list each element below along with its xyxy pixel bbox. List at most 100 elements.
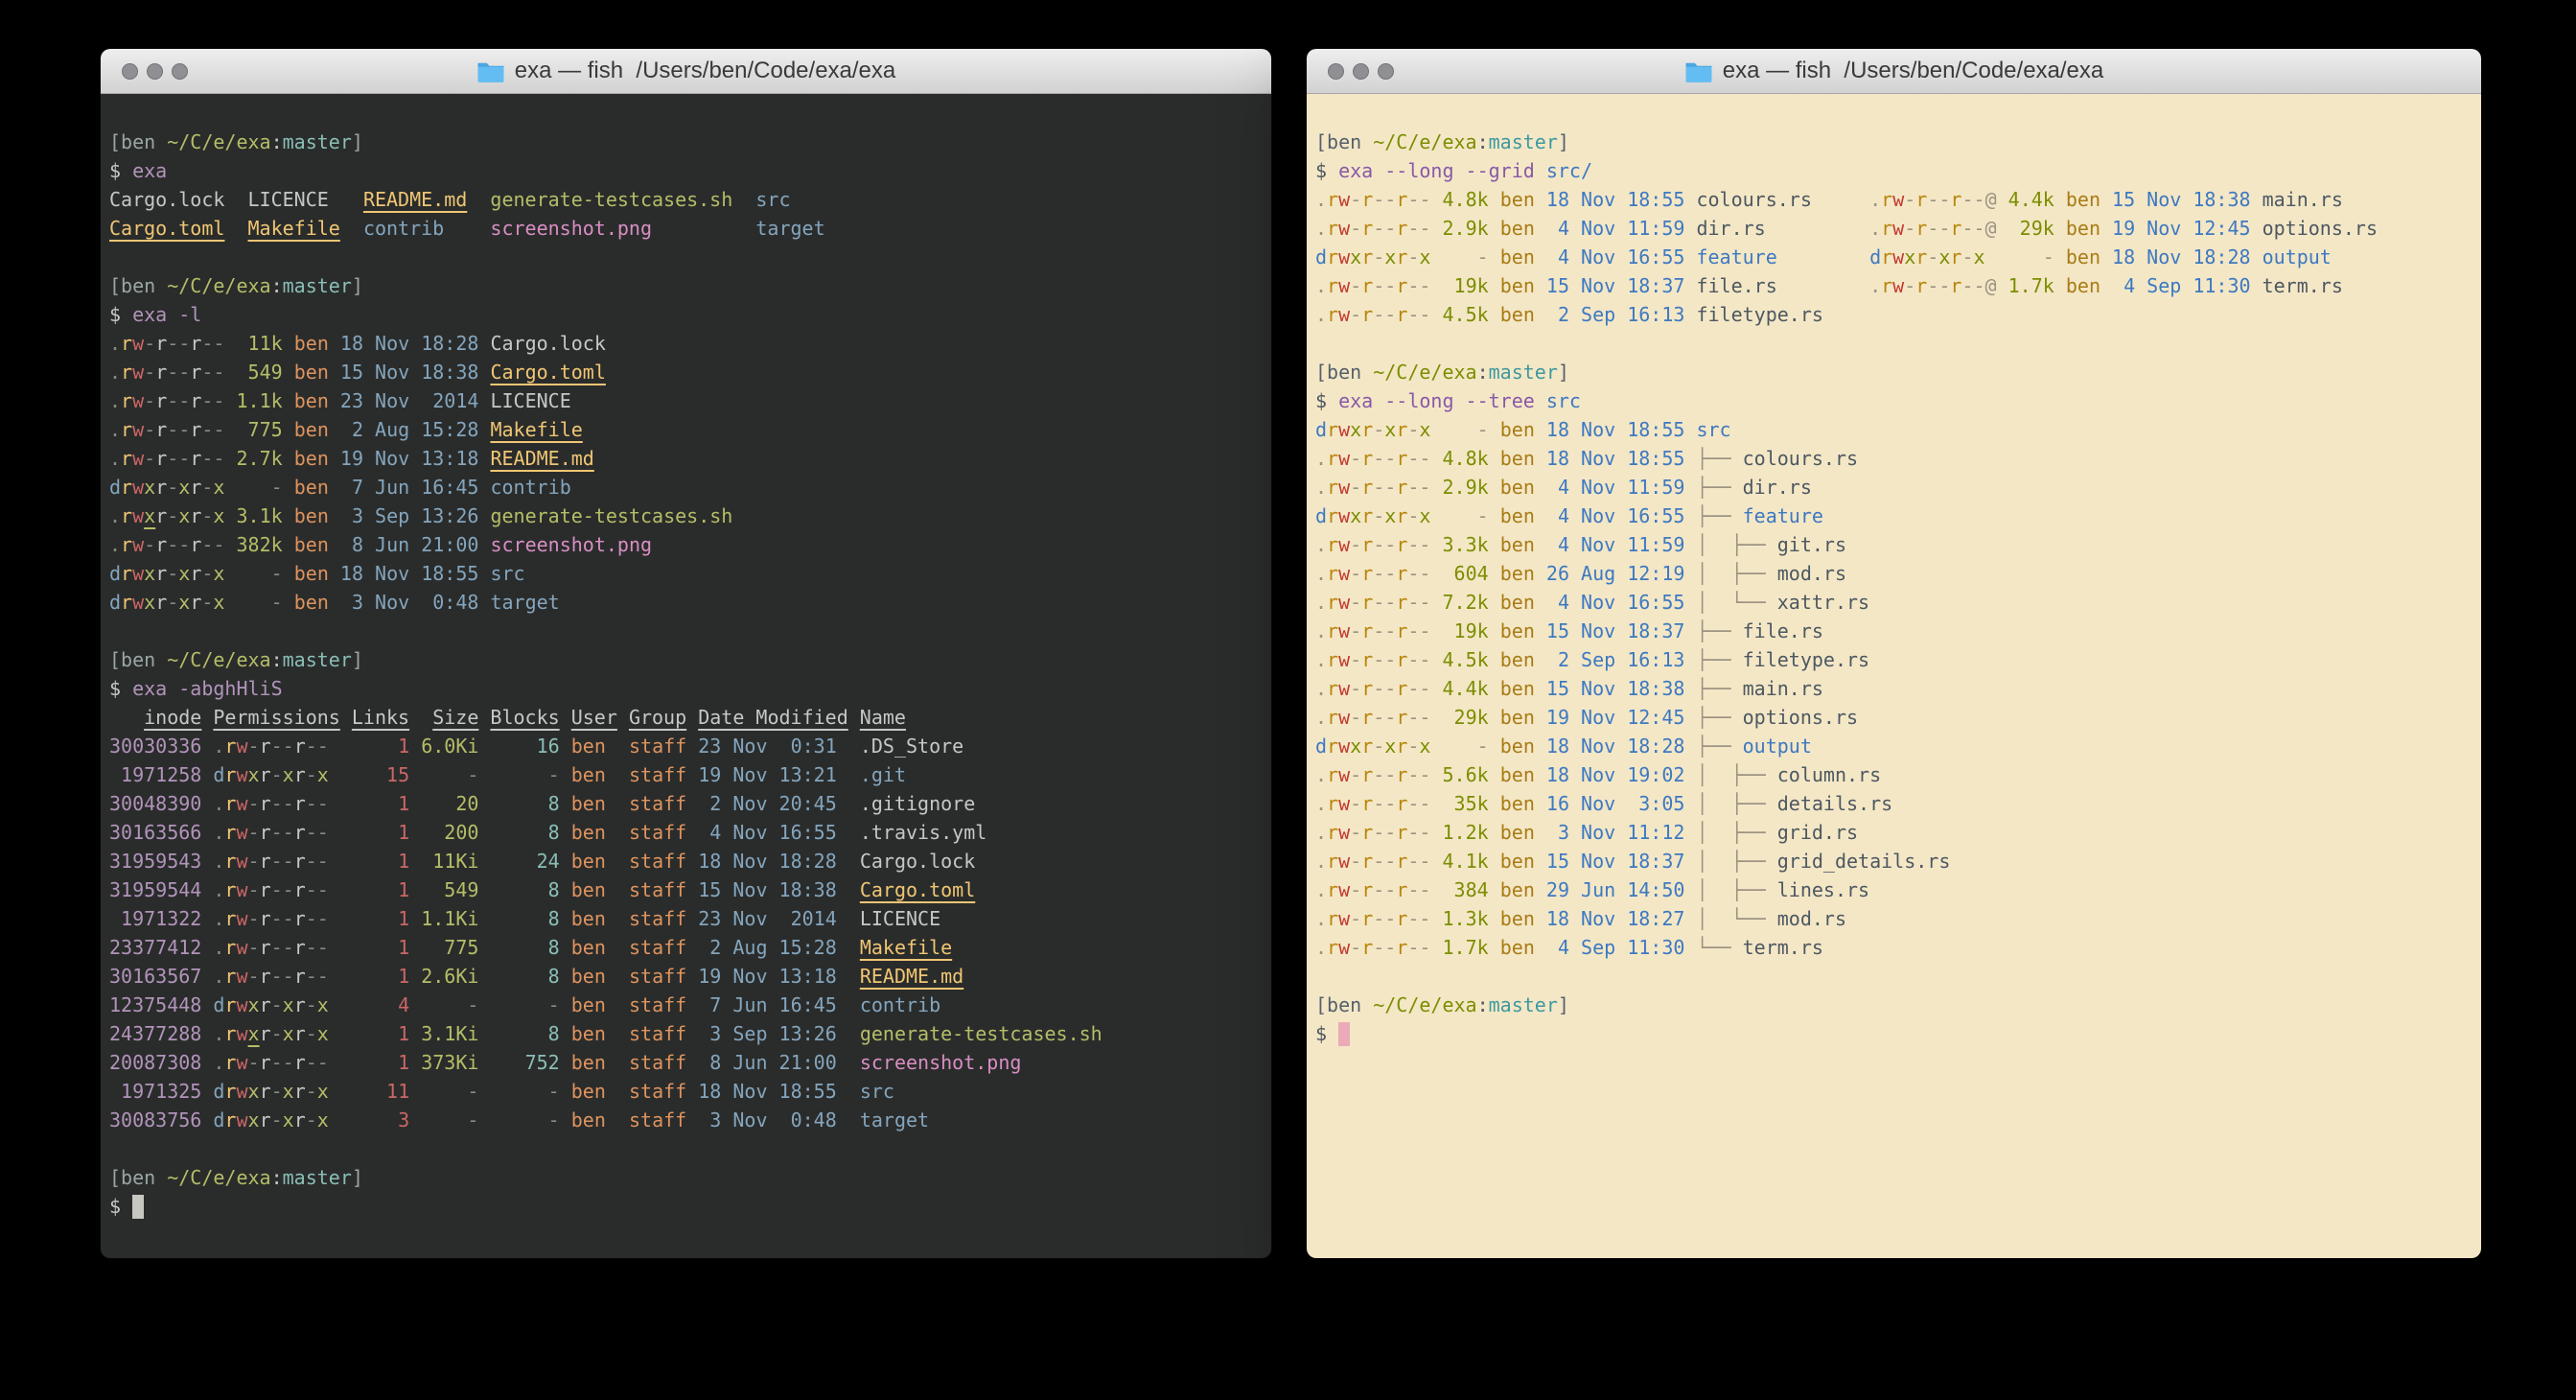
permission-char: - (1419, 533, 1430, 556)
text-segment (1766, 217, 1869, 240)
text-segment (329, 735, 352, 758)
permission-char: . (109, 533, 121, 556)
text-segment: : (271, 648, 283, 671)
text-segment: 384 (1443, 878, 1489, 901)
text-segment: - (490, 1080, 559, 1103)
permission-char: r (1327, 763, 1338, 786)
permission-char: - (1350, 562, 1361, 585)
permission-char: r (1881, 274, 1892, 297)
permission-char: r (260, 965, 271, 988)
permission-char: r (121, 562, 132, 585)
permission-char: - (1373, 936, 1384, 959)
permission-char: r (224, 763, 236, 786)
text-segment (1684, 476, 1696, 499)
text-segment: 19k (1443, 619, 1489, 642)
text-segment: [ben (1315, 993, 1373, 1016)
permission-char: . (109, 504, 121, 527)
permission-char: r (1396, 303, 1407, 326)
text-segment: ~/C/e/exa (1373, 130, 1476, 153)
permission-char: . (213, 821, 224, 844)
close-button[interactable] (122, 63, 138, 80)
text-segment: ben (1500, 792, 1535, 815)
text-segment: - (421, 763, 478, 786)
text-segment (1430, 476, 1442, 499)
text-segment (201, 1108, 213, 1132)
text-segment: ben (1500, 907, 1535, 930)
permission-char: - (213, 533, 224, 556)
text-segment (1684, 274, 1696, 297)
text-segment: ~/C/e/exa (1373, 361, 1476, 384)
permission-char: - (317, 821, 329, 844)
text-segment: 31959543 (109, 850, 201, 873)
permission-char: d (1315, 418, 1327, 441)
titlebar[interactable]: exa — fish /Users/ben/Code/exa/exa (1307, 49, 2481, 94)
text-segment (1777, 274, 1869, 297)
minimize-button[interactable] (147, 63, 163, 80)
text-segment (224, 591, 236, 614)
permission-char: w (1338, 591, 1350, 614)
text-segment (1430, 217, 1442, 240)
permission-char: - (167, 332, 178, 355)
titlebar[interactable]: exa — fish /Users/ben/Code/exa/exa (101, 49, 1271, 94)
permission-char: r (1361, 418, 1373, 441)
terminal-line: [ben ~/C/e/exa:master] (109, 271, 1264, 300)
text-segment (2251, 245, 2263, 268)
text-segment: 29k (1443, 706, 1489, 729)
text-segment: $ (1315, 1022, 1338, 1045)
permission-char: . (1315, 677, 1327, 700)
text-segment: ] (352, 1166, 363, 1189)
text-segment (606, 1080, 629, 1103)
text-segment: ben (571, 792, 606, 815)
text-segment (1997, 217, 2008, 240)
permission-char: w (236, 1051, 247, 1074)
text-segment: 18 Nov 18:28 (2112, 245, 2251, 268)
permission-char: - (1419, 792, 1430, 815)
text-segment: $ (109, 303, 132, 326)
terminal-line: 12375448 drwxr-xr-x 4 - - ben staff 7 Ju… (109, 991, 1264, 1019)
text-segment (1430, 677, 1442, 700)
text-segment: - (1443, 245, 1489, 268)
zoom-button[interactable] (172, 63, 188, 80)
text-segment: 26 Aug 12:19 (1546, 562, 1685, 585)
close-button[interactable] (1328, 63, 1344, 80)
permission-char: r (260, 850, 271, 873)
terminal-screen-light[interactable]: [ben ~/C/e/exa:master]$ exa --long --gri… (1307, 94, 2481, 1258)
text-segment (606, 850, 629, 873)
permission-char: r (190, 504, 201, 527)
permission-char: x (283, 763, 294, 786)
text-segment (329, 792, 352, 815)
minimize-button[interactable] (1353, 63, 1369, 80)
permission-char: w (132, 591, 144, 614)
permission-char: w (132, 389, 144, 412)
zoom-button[interactable] (1378, 63, 1394, 80)
permission-char: - (283, 735, 294, 758)
terminal-line: .rw-r--r-- 4.5k ben 2 Sep 16:13 ├── file… (1315, 645, 2473, 674)
text-segment: staff (629, 878, 686, 901)
permission-char: - (1373, 533, 1384, 556)
text-segment: 1 (352, 792, 409, 815)
text-segment: ben (294, 332, 329, 355)
text-segment (1684, 878, 1696, 901)
permission-char: x (1419, 245, 1430, 268)
text-segment (329, 936, 352, 959)
permission-char: - (1373, 217, 1384, 240)
terminal-screen-dark[interactable]: [ben ~/C/e/exa:master]$ exaCargo.lock LI… (101, 94, 1271, 1258)
text-segment: 11Ki (421, 850, 478, 873)
permission-char: x (1384, 245, 1396, 268)
terminal-line: .rw-r--r-- 29k ben 19 Nov 12:45 ├── opti… (1315, 703, 2473, 732)
text-segment (1535, 619, 1546, 642)
text-segment: .travis.yml (860, 821, 986, 844)
permission-char: w (132, 476, 144, 499)
permission-char: - (1384, 936, 1396, 959)
text-segment: 8 (490, 907, 559, 930)
text-segment (686, 907, 698, 930)
terminal-line (109, 243, 1264, 271)
cursor-block (1338, 1022, 1350, 1046)
text-segment: ben (571, 965, 606, 988)
permission-char: r (1396, 936, 1407, 959)
text-segment (560, 821, 571, 844)
text-segment: 4.8k (1443, 447, 1489, 470)
text-segment (340, 217, 363, 240)
text-segment: options.rs (2263, 217, 2378, 240)
permission-char: - (1373, 619, 1384, 642)
